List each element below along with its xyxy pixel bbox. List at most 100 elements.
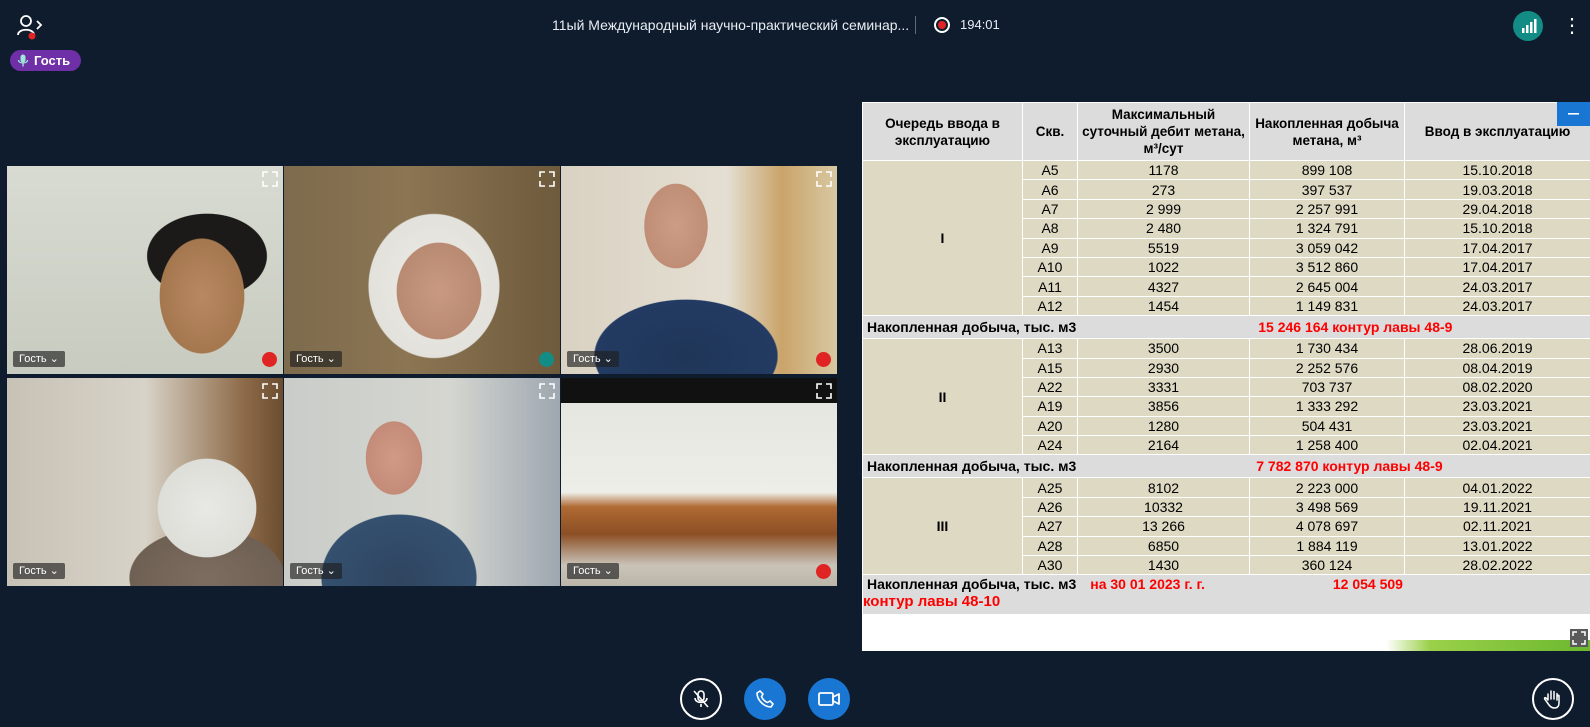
well-cell: A8: [1022, 218, 1078, 239]
camera-icon: [818, 692, 840, 706]
phone-icon: [756, 690, 774, 708]
well-cell: A9: [1022, 237, 1078, 258]
participants-icon[interactable]: [16, 12, 46, 42]
cumulative-cell: 1 149 831: [1249, 295, 1405, 317]
cumulative-cell: 2 257 991: [1249, 198, 1405, 220]
production-table: Очередь ввода в эксплуатацию Скв. Максим…: [862, 102, 1590, 616]
recording-icon: [934, 17, 950, 33]
expand-icon[interactable]: [815, 382, 833, 400]
cumulative-cell: 2 645 004: [1249, 276, 1405, 297]
video-tile-6[interactable]: Гость ⌄: [561, 378, 837, 586]
commission-date-cell: 19.11.2021: [1404, 496, 1590, 518]
max-rate-cell: 10332: [1077, 496, 1250, 518]
participant-video: [284, 166, 560, 374]
max-rate-cell: 2164: [1077, 435, 1250, 456]
video-tile-2[interactable]: Гость ⌄: [284, 166, 560, 374]
video-tile-5[interactable]: Гость ⌄: [284, 378, 560, 586]
table-row: I A5 1178 899 108 15.10.2018: [862, 159, 1590, 317]
video-tile-4[interactable]: Гость ⌄: [7, 378, 283, 586]
cumulative-cell: 504 431: [1249, 415, 1405, 437]
mic-muted-icon: [262, 352, 277, 367]
queue-cell: I: [862, 159, 1023, 317]
max-rate-cell: 3500: [1077, 338, 1250, 359]
commission-date-cell: 08.02.2020: [1404, 376, 1590, 398]
cumulative-cell: 1 333 292: [1249, 396, 1405, 417]
summary-cell: Накопленная добыча, тыс. м3 на 30 01 2023…: [862, 574, 1590, 616]
commission-date-cell: 15.10.2018: [1404, 218, 1590, 239]
participant-name[interactable]: Гость ⌄: [567, 563, 619, 579]
commission-date-cell: 29.04.2018: [1404, 198, 1590, 220]
cumulative-cell: 1 730 434: [1249, 338, 1405, 359]
cumulative-cell: 1 884 119: [1249, 535, 1405, 557]
connection-signal-icon[interactable]: [1513, 11, 1543, 41]
expand-icon[interactable]: [815, 170, 833, 188]
expand-icon[interactable]: [538, 170, 556, 188]
expand-icon[interactable]: [261, 382, 279, 400]
commission-date-cell: 17.04.2017: [1404, 237, 1590, 258]
well-cell: A24: [1022, 435, 1078, 456]
minimize-slide-button[interactable]: [1557, 102, 1590, 126]
summary-row: Накопленная добыча, тыс. м3 7 782 870 кон…: [862, 454, 1590, 479]
commission-date-cell: 02.11.2021: [1404, 516, 1590, 537]
shared-presentation: Очередь ввода в эксплуатацию Скв. Максим…: [862, 102, 1590, 651]
guest-badge: Гость: [10, 50, 82, 71]
summary-value: 15 246 164 контур лавы 48-9: [1258, 319, 1453, 336]
participant-name[interactable]: Гость ⌄: [13, 563, 65, 579]
max-rate-cell: 1430: [1077, 555, 1250, 576]
camera-button[interactable]: [808, 678, 850, 720]
well-cell: A11: [1022, 276, 1078, 297]
expand-icon[interactable]: [261, 170, 279, 188]
expand-icon[interactable]: [538, 382, 556, 400]
mic-muted-icon: [816, 564, 831, 579]
more-options-icon[interactable]: ⋮: [1562, 14, 1582, 38]
well-cell: A10: [1022, 256, 1078, 278]
max-rate-cell: 1178: [1077, 159, 1250, 181]
commission-date-cell: 23.03.2021: [1404, 415, 1590, 437]
max-rate-cell: 2930: [1077, 357, 1250, 378]
max-rate-cell: 1022: [1077, 256, 1250, 278]
participant-name[interactable]: Гость ⌄: [290, 563, 342, 579]
participant-video: [7, 378, 283, 586]
max-rate-cell: 6850: [1077, 535, 1250, 557]
max-rate-cell: 3331: [1077, 376, 1250, 398]
participant-video: [284, 378, 560, 586]
well-cell: A25: [1022, 477, 1078, 498]
column-header: Очередь ввода в эксплуатацию: [862, 102, 1023, 161]
commission-date-cell: 08.04.2019: [1404, 357, 1590, 378]
summary-note: контур лавы 48-10: [863, 593, 1001, 611]
summary-value: 12 054 509: [1332, 576, 1403, 593]
commission-date-cell: 28.02.2022: [1404, 555, 1590, 576]
cumulative-cell: 3 059 042: [1249, 237, 1405, 258]
video-tile-3[interactable]: Гость ⌄: [561, 166, 837, 374]
cumulative-cell: 2 223 000: [1249, 477, 1405, 498]
participant-name[interactable]: Гость ⌄: [290, 351, 342, 367]
title-divider: [915, 16, 916, 34]
max-rate-cell: 2 480: [1077, 218, 1250, 239]
raise-hand-button[interactable]: [1532, 678, 1574, 720]
max-rate-cell: 4327: [1077, 276, 1250, 297]
fullscreen-icon[interactable]: [1570, 629, 1588, 647]
mic-muted-icon: [816, 352, 831, 367]
commission-date-cell: 24.03.2017: [1404, 295, 1590, 317]
commission-date-cell: 23.03.2021: [1404, 396, 1590, 417]
summary-label: Накопленная добыча, тыс. м3: [867, 576, 1077, 593]
summary-value: 7 782 870 контур лавы 48-9: [1256, 458, 1443, 475]
microphone-icon: [17, 54, 29, 67]
participant-name[interactable]: Гость ⌄: [13, 351, 65, 367]
max-rate-cell: 5519: [1077, 237, 1250, 258]
leave-call-button[interactable]: [744, 678, 786, 720]
top-bar: 11ый Международный научно-практический с…: [0, 0, 1590, 50]
well-cell: A7: [1022, 198, 1078, 220]
column-header: Максимальный суточный дебит метана, м³/с…: [1077, 102, 1250, 161]
video-tile-1[interactable]: Гость ⌄: [7, 166, 283, 374]
max-rate-cell: 273: [1077, 179, 1250, 200]
cumulative-cell: 3 512 860: [1249, 256, 1405, 278]
well-cell: A6: [1022, 179, 1078, 200]
commission-date-cell: 13.01.2022: [1404, 535, 1590, 557]
well-cell: A15: [1022, 357, 1078, 378]
microphone-off-button[interactable]: [680, 678, 722, 720]
commission-date-cell: 24.03.2017: [1404, 276, 1590, 297]
summary-date: на 30 01 2023 г. г.: [1090, 576, 1205, 593]
guest-badge-label: Гость: [34, 53, 71, 68]
participant-name[interactable]: Гость ⌄: [567, 351, 619, 367]
